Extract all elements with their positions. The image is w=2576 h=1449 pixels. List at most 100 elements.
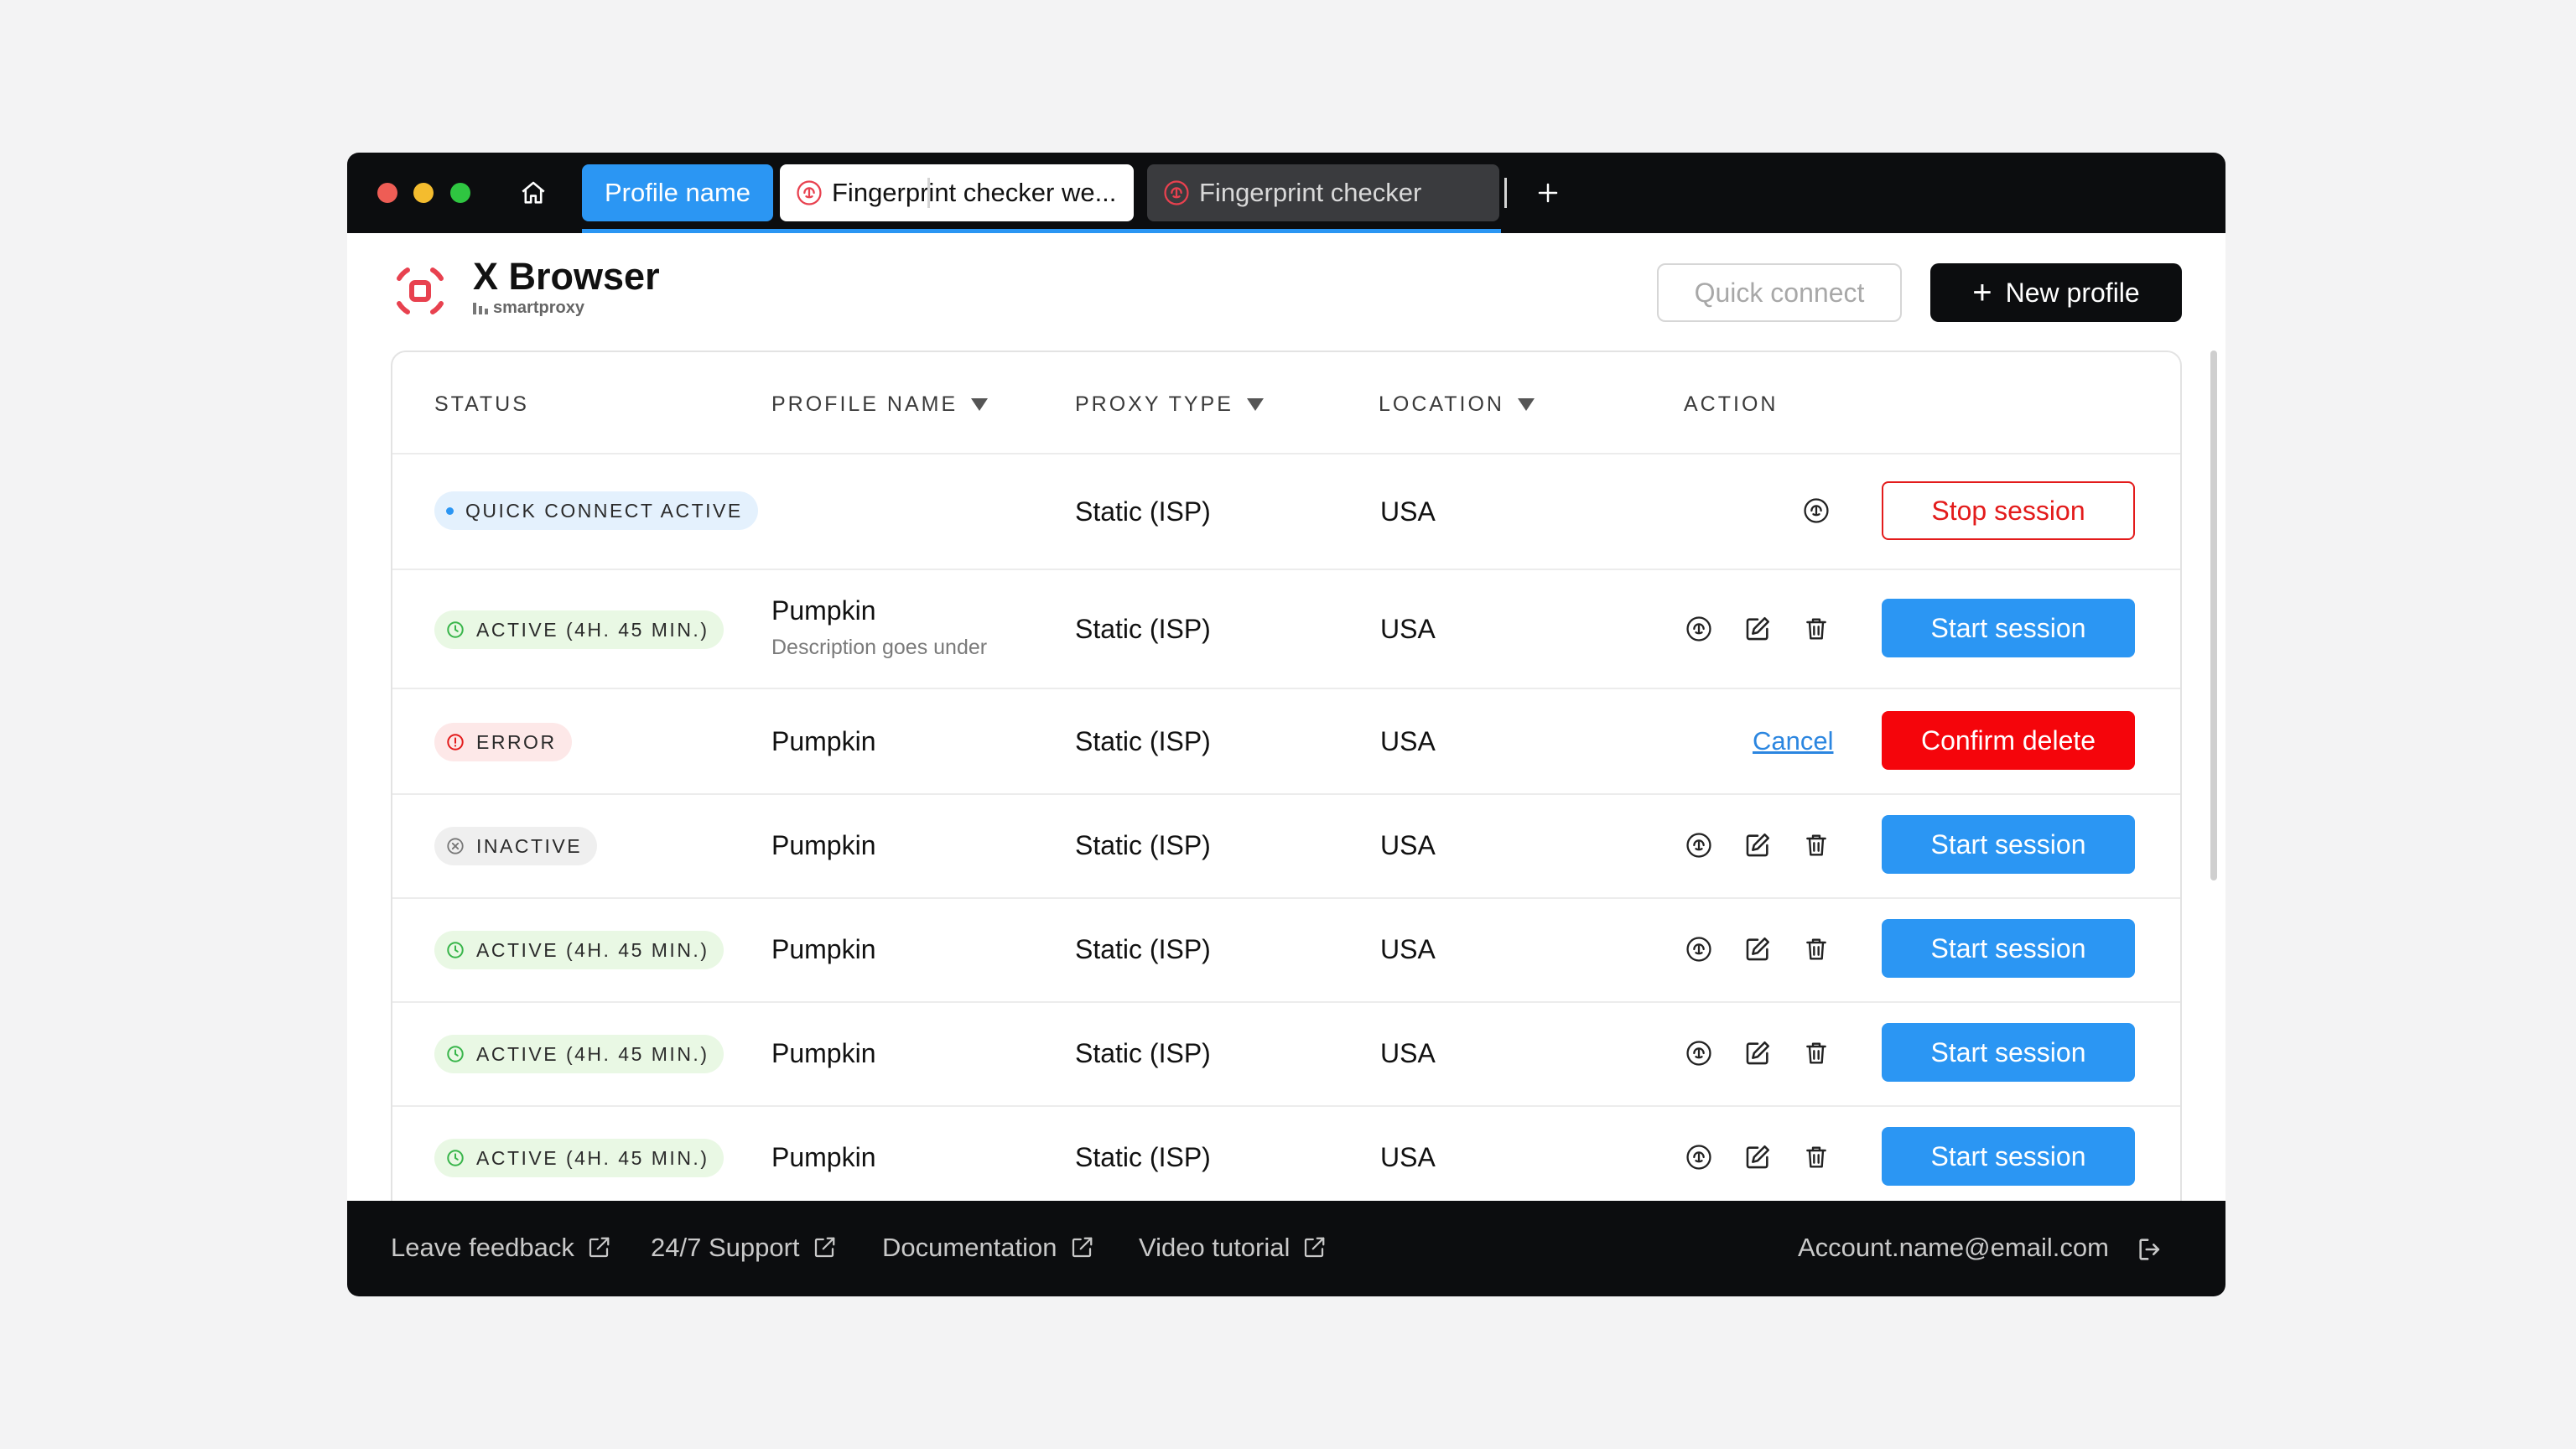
edit-icon[interactable] <box>1741 828 1774 862</box>
tab-label: Fingerprint checker we... <box>832 178 1117 207</box>
plus-icon: + <box>1972 274 1992 311</box>
window-maximize-dot[interactable] <box>450 183 470 203</box>
home-icon[interactable] <box>515 174 552 211</box>
window-close-dot[interactable] <box>377 183 397 203</box>
fingerprint-icon[interactable] <box>1682 1036 1716 1070</box>
window-minimize-dot[interactable] <box>413 183 434 203</box>
sort-caret-icon <box>1246 397 1264 411</box>
fingerprint-icon[interactable] <box>1800 494 1833 527</box>
inactive-icon <box>447 838 464 854</box>
support-link[interactable]: 24/7 Support <box>651 1233 837 1263</box>
header-proxy-type-label: PROXY TYPE <box>1075 392 1233 416</box>
row-divider <box>392 1001 2180 1003</box>
header-profile-name[interactable]: PROFILE NAME <box>771 387 989 421</box>
row-divider <box>392 569 2180 570</box>
profile-description: Description goes under <box>771 636 988 659</box>
trash-icon[interactable] <box>1800 1036 1833 1070</box>
status-badge: ACTIVE (4H. 45 MIN.) <box>434 1139 724 1177</box>
tab-separator <box>1504 178 1507 208</box>
footer-bar: Leave feedback 24/7 Support Documentatio… <box>347 1201 2225 1296</box>
row-divider <box>392 688 2180 689</box>
documentation-link[interactable]: Documentation <box>882 1233 1094 1263</box>
proxy-type-cell: Static (ISP) <box>1075 726 1211 756</box>
status-badge: QUICK CONNECT ACTIVE <box>434 491 758 530</box>
status-label: ERROR <box>476 730 557 753</box>
clock-icon <box>447 621 464 638</box>
video-tutorial-link[interactable]: Video tutorial <box>1139 1233 1327 1263</box>
profile-name-cell: Pumpkin <box>771 595 876 626</box>
tab-active-underline <box>582 229 1501 233</box>
status-badge: INACTIVE <box>434 827 598 865</box>
tab-profile-name[interactable]: Profile name <box>582 164 773 221</box>
fingerprint-icon[interactable] <box>1682 612 1716 646</box>
footer-link-label: Leave feedback <box>391 1233 574 1262</box>
confirm-delete-button[interactable]: Confirm delete <box>1882 711 2135 770</box>
row-divider <box>392 897 2180 899</box>
status-badge: ERROR <box>434 723 572 761</box>
header-action-label: ACTION <box>1684 392 1779 416</box>
new-profile-button[interactable]: + New profile <box>1930 263 2182 322</box>
start-session-button[interactable]: Start session <box>1882 1023 2135 1082</box>
tab-label: Fingerprint checker <box>1199 178 1422 207</box>
status-label: INACTIVE <box>476 834 583 857</box>
clock-icon <box>447 1150 464 1166</box>
fingerprint-icon <box>797 180 822 205</box>
status-badge: ACTIVE (4H. 45 MIN.) <box>434 931 724 969</box>
error-icon <box>447 734 464 750</box>
tab-fingerprint-checker[interactable]: Fingerprint checker <box>1147 164 1499 221</box>
start-session-button[interactable]: Start session <box>1882 919 2135 978</box>
footer-link-label: Video tutorial <box>1139 1233 1291 1262</box>
proxy-type-cell: Static (ISP) <box>1075 496 1211 527</box>
fingerprint-icon[interactable] <box>1682 1140 1716 1174</box>
proxy-type-cell: Static (ISP) <box>1075 1038 1211 1068</box>
header-location[interactable]: LOCATION <box>1379 387 1535 421</box>
smartproxy-logo-icon <box>473 302 488 314</box>
location-cell: USA <box>1380 1142 1436 1172</box>
trash-icon[interactable] <box>1800 932 1833 966</box>
profile-name-cell: Pumpkin <box>771 934 876 964</box>
fingerprint-icon <box>1164 180 1189 205</box>
tab-separator <box>927 178 930 208</box>
header-status-label: STATUS <box>434 392 529 416</box>
profile-name-cell: Pumpkin <box>771 1038 876 1068</box>
brand-subtitle: smartproxy <box>473 299 584 318</box>
sort-caret-icon <box>971 397 989 411</box>
fingerprint-icon[interactable] <box>1682 828 1716 862</box>
status-dot-icon <box>446 506 454 515</box>
fingerprint-icon[interactable] <box>1682 932 1716 966</box>
edit-icon[interactable] <box>1741 1036 1774 1070</box>
edit-icon[interactable] <box>1741 1140 1774 1174</box>
edit-icon[interactable] <box>1741 932 1774 966</box>
trash-icon[interactable] <box>1800 828 1833 862</box>
tab-fingerprint-checker-web[interactable]: Fingerprint checker we... <box>780 164 1134 221</box>
status-label: ACTIVE (4H. 45 MIN.) <box>476 618 709 641</box>
plus-icon[interactable] <box>1530 174 1566 211</box>
logout-icon[interactable] <box>2133 1233 2167 1266</box>
cancel-delete-link[interactable]: Cancel <box>1753 726 1834 756</box>
footer-link-label: 24/7 Support <box>651 1233 800 1262</box>
row-divider <box>392 453 2180 454</box>
proxy-type-cell: Static (ISP) <box>1075 934 1211 964</box>
start-session-button[interactable]: Start session <box>1882 815 2135 874</box>
header-location-label: LOCATION <box>1379 392 1504 416</box>
sort-caret-icon <box>1517 397 1535 411</box>
row-divider <box>392 1105 2180 1107</box>
trash-icon[interactable] <box>1800 612 1833 646</box>
quick-connect-button[interactable]: Quick connect <box>1657 263 1902 322</box>
header-proxy-type[interactable]: PROXY TYPE <box>1075 387 1264 421</box>
location-cell: USA <box>1380 726 1436 756</box>
clock-icon <box>447 1046 464 1062</box>
stop-session-button[interactable]: Stop session <box>1882 481 2135 540</box>
browser-window: Profile name Fingerprint checker we... F… <box>347 153 2225 1296</box>
edit-icon[interactable] <box>1741 612 1774 646</box>
start-session-button[interactable]: Start session <box>1882 599 2135 657</box>
trash-icon[interactable] <box>1800 1140 1833 1174</box>
start-session-button[interactable]: Start session <box>1882 1127 2135 1186</box>
external-link-icon <box>814 1237 834 1258</box>
location-cell: USA <box>1380 614 1436 644</box>
profile-name-cell: Pumpkin <box>771 830 876 860</box>
external-link-icon <box>1305 1237 1325 1258</box>
leave-feedback-link[interactable]: Leave feedback <box>391 1233 611 1263</box>
status-badge: ACTIVE (4H. 45 MIN.) <box>434 1035 724 1073</box>
scrollbar-thumb[interactable] <box>2210 351 2217 880</box>
